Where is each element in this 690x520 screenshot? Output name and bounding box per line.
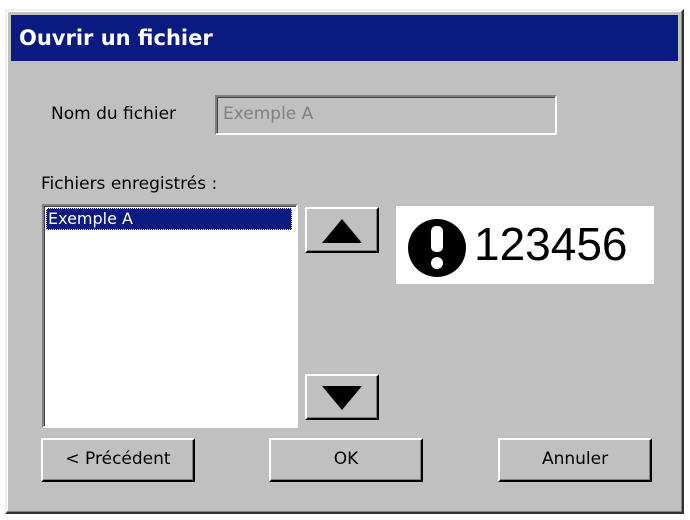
preview-text: 123456 <box>474 218 628 270</box>
cancel-button[interactable]: Annuler <box>498 438 652 482</box>
down-arrow-icon <box>322 386 362 410</box>
open-file-dialog: Ouvrir un fichier Nom du fichier Exemple… <box>5 9 684 514</box>
filename-field[interactable]: Exemple A <box>215 95 557 135</box>
saved-files-list[interactable]: Exemple A <box>42 204 298 428</box>
exclamation-circle-icon <box>408 219 466 277</box>
saved-files-label: Fichiers enregistrés : <box>41 174 218 194</box>
dialog-title: Ouvrir un fichier <box>11 15 678 61</box>
up-arrow-icon <box>322 219 362 243</box>
ok-button[interactable]: OK <box>269 438 423 482</box>
scroll-up-button[interactable] <box>305 207 379 253</box>
scroll-down-button[interactable] <box>305 374 379 420</box>
filename-label: Nom du fichier <box>51 104 177 124</box>
previous-button[interactable]: < Précédent <box>41 438 195 482</box>
list-item[interactable]: Exemple A <box>46 208 292 230</box>
label-preview: 123456 <box>396 206 654 284</box>
